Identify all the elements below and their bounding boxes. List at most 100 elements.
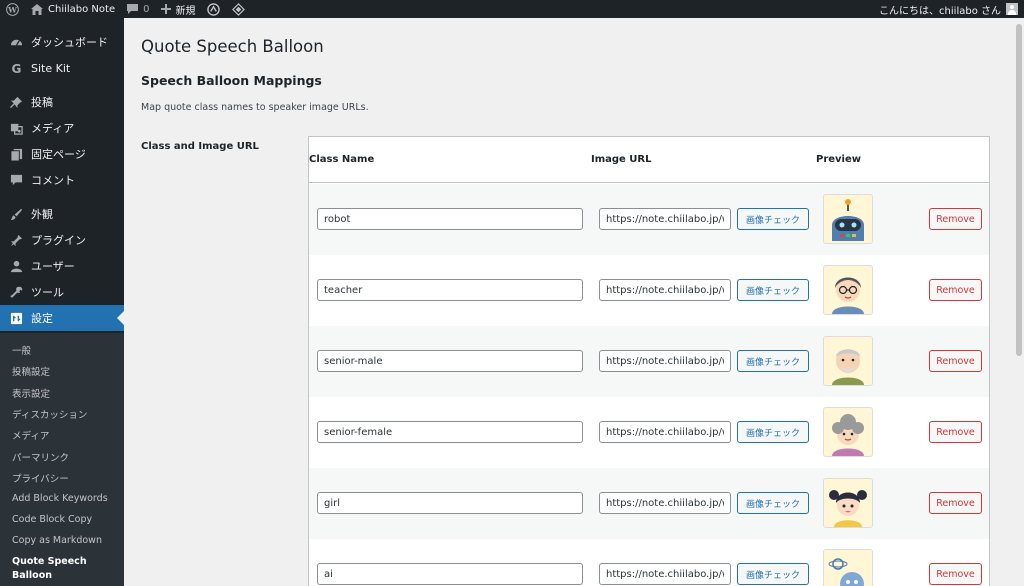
class-name-input[interactable] [317, 279, 583, 301]
remove-button[interactable]: Remove [929, 492, 982, 514]
submenu-item-general[interactable]: 一般 [12, 343, 31, 357]
google-g-icon: G [9, 61, 23, 75]
new-content-link[interactable]: 新規 [155, 0, 201, 18]
remove-button[interactable]: Remove [929, 421, 982, 443]
wrench-icon [9, 285, 23, 299]
submenu-item-discussion[interactable]: ディスカッション [12, 407, 87, 421]
class-name-input[interactable] [317, 350, 583, 372]
image-url-input[interactable] [599, 563, 731, 585]
table-row: 画像チェック Remove [309, 539, 989, 586]
settings-submenu: 一般 投稿設定 表示設定 ディスカッション メディア パーマリンク プライバシー… [0, 333, 124, 586]
user-icon [9, 259, 23, 273]
senior-female-avatar-icon [823, 407, 873, 457]
remove-button[interactable]: Remove [929, 563, 982, 585]
submenu-item-privacy[interactable]: プライバシー [12, 471, 69, 485]
column-header-class-name: Class Name [309, 154, 375, 165]
mapping-table: Class Name Image URL Preview 画像チェック [308, 136, 990, 586]
site-name-link[interactable]: Chiilabo Note [25, 0, 121, 18]
sidebar-item-media[interactable]: メディア [0, 115, 124, 141]
page-icon [9, 147, 23, 161]
girl-avatar-icon [823, 478, 873, 528]
main-content: Quote Speech Balloon Speech Balloon Mapp… [124, 18, 1014, 586]
sidebar-item-site-kit[interactable]: G Site Kit [0, 55, 124, 81]
image-url-input[interactable] [599, 350, 731, 372]
sidebar-item-settings[interactable]: 設定 [0, 305, 124, 331]
submenu-item-writing[interactable]: 投稿設定 [12, 364, 50, 378]
image-check-button[interactable]: 画像チェック [737, 208, 809, 230]
submenu-item-permalinks[interactable]: パーマリンク [12, 450, 69, 464]
avatar [1006, 3, 1018, 15]
field-label: Class and Image URL [141, 141, 259, 152]
admin-bar: W Chiilabo Note 0 新規 こんにちは、chiilabo さん [0, 0, 1024, 18]
class-name-input[interactable] [317, 492, 583, 514]
table-header: Class Name Image URL Preview [309, 137, 989, 183]
class-name-input[interactable] [317, 208, 583, 230]
submenu-item-quote-speech-balloon[interactable]: Quote Speech Balloon [12, 555, 112, 583]
table-row: 画像チェック Remove [309, 255, 989, 326]
sidebar-item-comments[interactable]: コメント [0, 167, 124, 193]
wordpress-logo-icon[interactable]: W [0, 0, 25, 18]
plugin-icon [9, 233, 23, 247]
site-name: Chiilabo Note [48, 3, 116, 15]
new-label: 新規 [175, 5, 196, 17]
submenu-item-code-block-copy[interactable]: Code Block Copy [12, 514, 92, 525]
class-name-input[interactable] [317, 563, 583, 585]
image-check-button[interactable]: 画像チェック [737, 492, 809, 514]
senior-male-avatar-icon [823, 336, 873, 386]
column-header-preview: Preview [816, 154, 862, 165]
diamond-icon[interactable] [226, 0, 251, 18]
teacher-avatar-icon [823, 265, 873, 315]
sidebar-item-pages[interactable]: 固定ページ [0, 141, 124, 167]
section-description: Map quote class names to speaker image U… [141, 102, 369, 113]
comments-link[interactable]: 0 [121, 0, 155, 18]
sidebar-item-dashboard[interactable]: ダッシュボード [0, 29, 124, 55]
image-url-input[interactable] [599, 492, 731, 514]
updraft-icon[interactable] [201, 0, 226, 18]
image-check-button[interactable]: 画像チェック [737, 563, 809, 585]
table-row: 画像チェック Remove [309, 184, 989, 255]
comments-count: 0 [143, 3, 150, 15]
sidebar-item-plugins[interactable]: プラグイン [0, 227, 124, 253]
page-scrollbar[interactable] [1014, 18, 1024, 586]
scrollbar-thumb[interactable] [1016, 24, 1022, 356]
submenu-item-media[interactable]: メディア [12, 428, 49, 442]
pin-icon [9, 95, 23, 109]
submenu-item-reading[interactable]: 表示設定 [12, 386, 50, 400]
image-url-input[interactable] [599, 279, 731, 301]
svg-text:G: G [11, 62, 21, 75]
sidebar-item-users[interactable]: ユーザー [0, 253, 124, 279]
sidebar-item-appearance[interactable]: 外観 [0, 201, 124, 227]
table-row: 画像チェック Remove [309, 397, 989, 468]
settings-icon [9, 311, 23, 325]
image-check-button[interactable]: 画像チェック [737, 421, 809, 443]
section-title: Speech Balloon Mappings [141, 73, 322, 88]
table-row: 画像チェック Remove [309, 326, 989, 397]
class-name-input[interactable] [317, 421, 583, 443]
dashboard-icon [9, 35, 23, 49]
column-header-image-url: Image URL [591, 154, 652, 165]
table-row: 画像チェック Remove [309, 468, 989, 539]
comment-icon [9, 173, 23, 187]
submenu-item-copy-as-markdown[interactable]: Copy as Markdown [12, 535, 102, 546]
sidebar-item-tools[interactable]: ツール [0, 279, 124, 305]
remove-button[interactable]: Remove [929, 208, 982, 230]
image-url-input[interactable] [599, 208, 731, 230]
comment-icon [127, 4, 139, 14]
admin-sidebar: ダッシュボード G Site Kit 投稿 メディア 固定ページ コメント 外観… [0, 18, 124, 586]
robot-avatar-icon [823, 194, 873, 244]
remove-button[interactable]: Remove [929, 279, 982, 301]
page-title: Quote Speech Balloon [141, 37, 324, 56]
home-icon [31, 3, 43, 15]
remove-button[interactable]: Remove [929, 350, 982, 372]
brush-icon [9, 207, 23, 221]
ai-avatar-icon [823, 549, 873, 586]
image-url-input[interactable] [599, 421, 731, 443]
image-check-button[interactable]: 画像チェック [737, 350, 809, 372]
sidebar-item-posts[interactable]: 投稿 [0, 89, 124, 115]
submenu-item-add-block-keywords[interactable]: Add Block Keywords [12, 493, 108, 504]
my-account-link[interactable]: こんにちは、chiilabo さん [873, 0, 1024, 18]
plus-icon [161, 4, 172, 14]
svg-text:W: W [7, 5, 17, 14]
image-check-button[interactable]: 画像チェック [737, 279, 809, 301]
greeting: こんにちは、chiilabo さん [879, 5, 1001, 17]
